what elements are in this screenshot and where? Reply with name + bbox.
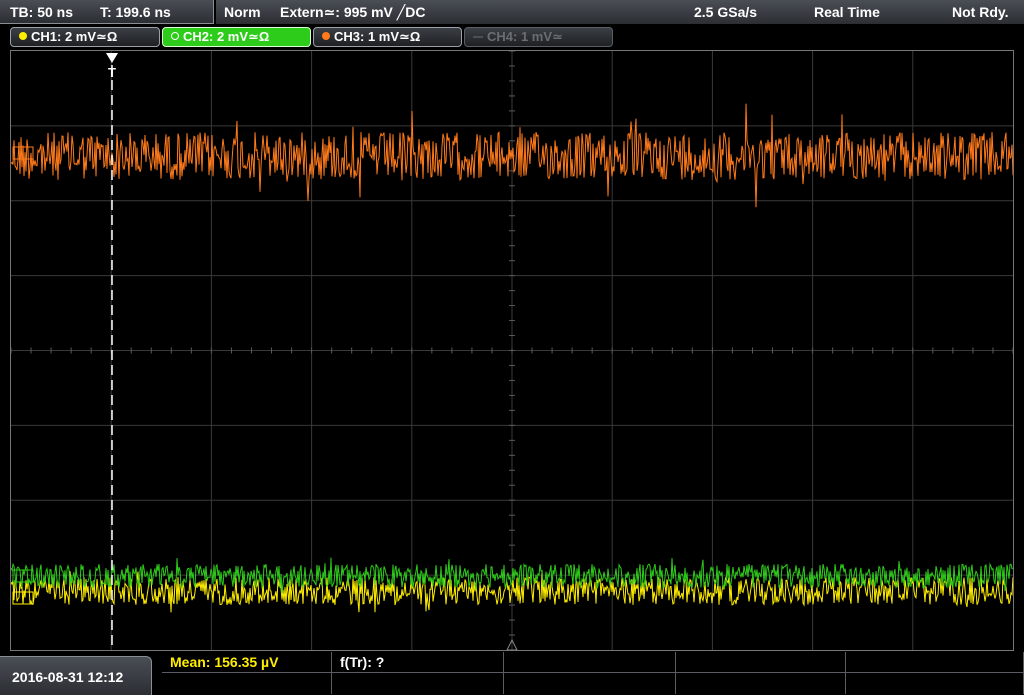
date-time-label: 2016-08-31 12:12 <box>12 669 124 685</box>
mean-measurement-cell[interactable]: Mean: 156.35 µV <box>162 652 332 673</box>
ch1-color-dot <box>19 32 27 40</box>
markers: T <box>12 53 518 650</box>
timebase-label: TB: 50 ns <box>10 4 74 20</box>
channel-tab-ch2[interactable]: CH2: 2 mV≃Ω <box>162 27 311 47</box>
waveform-display[interactable]: T <box>10 50 1014 651</box>
trigger-frequency-cell[interactable]: f(Tr): ? <box>332 652 504 673</box>
measurement-slot-3[interactable] <box>504 652 676 673</box>
ch2-label: CH2: 2 mV≃Ω <box>183 29 270 44</box>
ch1-label: CH1: 2 mV≃Ω <box>31 29 118 44</box>
trigger-mode-label: Norm <box>224 4 261 20</box>
measurement-bar: Mean: 156.35 µV f(Tr): ? <box>162 652 1024 695</box>
ch4-color-dot <box>473 36 483 38</box>
sample-rate-label: 2.5 GSa/s <box>694 4 758 20</box>
ch2-color-dot <box>171 32 179 40</box>
channel-tab-ch4[interactable]: CH4: 1 mV≃ <box>464 27 613 47</box>
trigger-position-label: T: 199.6 ns <box>100 4 171 20</box>
acquisition-status-strip[interactable]: Norm Extern≃: 995 mV ╱DC 2.5 GSa/s Real … <box>216 0 1024 24</box>
ch3-color-dot <box>322 32 330 40</box>
run-state-label: Not Rdy. <box>952 4 1009 20</box>
trigger-position-marker <box>106 53 118 63</box>
measurement-slot-7[interactable] <box>332 673 504 694</box>
measurement-slot-4[interactable] <box>676 652 846 673</box>
measurement-slot-6[interactable] <box>162 673 332 694</box>
measurement-slot-10[interactable] <box>846 673 1024 694</box>
trigger-source-label: Extern≃: 995 mV ╱DC <box>280 4 426 20</box>
measurement-slot-8[interactable] <box>504 673 676 694</box>
channel-tab-ch3[interactable]: CH3: 1 mV≃Ω <box>313 27 462 47</box>
waveform-canvas: T <box>11 51 1013 650</box>
measurement-slot-5[interactable] <box>846 652 1024 673</box>
mean-measurement-label: Mean: 156.35 µV <box>170 654 279 670</box>
ch4-label: CH4: 1 mV≃ <box>487 29 563 44</box>
graticule-grid <box>11 51 1013 650</box>
trigger-label: T <box>108 65 116 80</box>
channel-tab-ch1[interactable]: CH1: 2 mV≃Ω <box>10 27 160 47</box>
acquisition-mode-label: Real Time <box>814 4 880 20</box>
date-time-display: 2016-08-31 12:12 <box>0 656 152 695</box>
top-status-bar: TB: 50 ns T: 199.6 ns Norm Extern≃: 995 … <box>0 0 1024 24</box>
timebase-panel[interactable]: TB: 50 ns T: 199.6 ns <box>0 0 214 24</box>
measurement-slot-9[interactable] <box>676 673 846 694</box>
ch3-label: CH3: 1 mV≃Ω <box>334 29 421 44</box>
trigger-frequency-label: f(Tr): ? <box>340 654 385 670</box>
